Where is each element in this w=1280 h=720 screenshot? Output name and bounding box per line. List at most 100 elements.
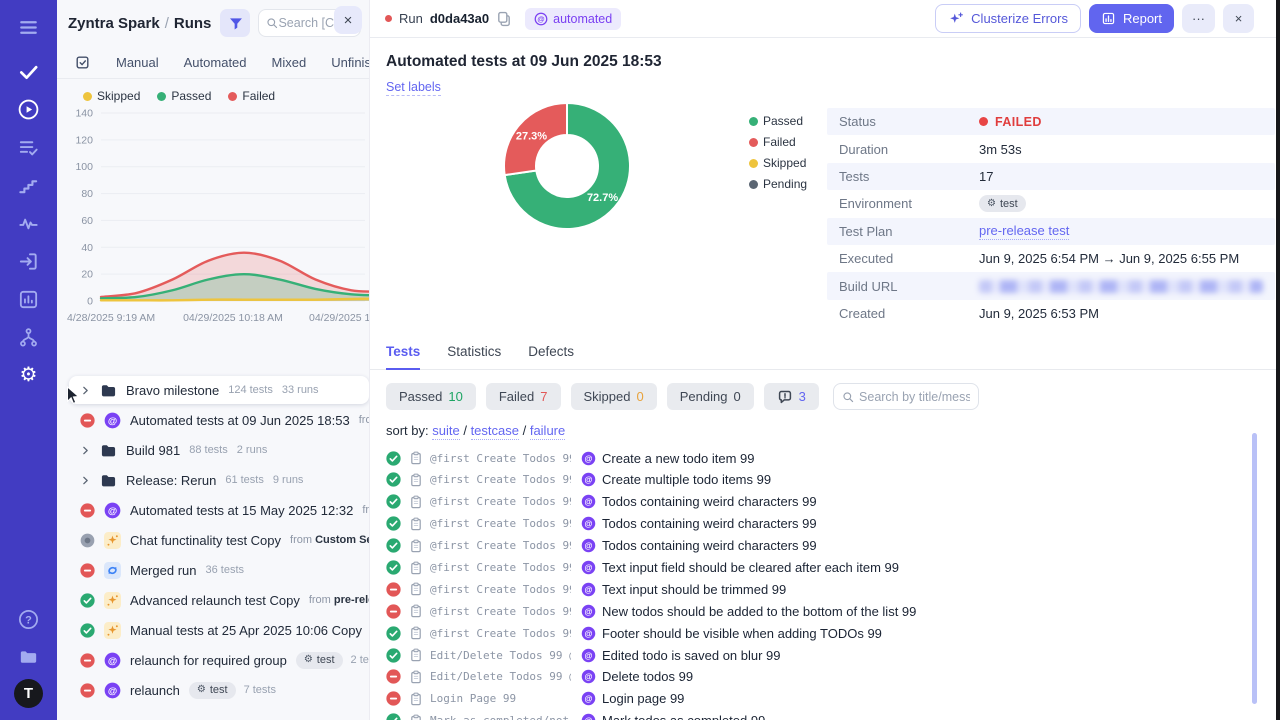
build-url-blurred[interactable] bbox=[979, 280, 1263, 293]
test-row[interactable]: @first Create Todos 99...@Text input fie… bbox=[370, 557, 1280, 579]
profile-logo[interactable]: T bbox=[10, 675, 48, 712]
passed-status-icon bbox=[386, 472, 401, 487]
run-meta: 33 runs bbox=[282, 384, 319, 396]
run-list-item[interactable]: Advanced relaunch test Copyfrom pre-rele… bbox=[57, 585, 369, 615]
info-label: Environment bbox=[839, 196, 979, 211]
legend-dot bbox=[157, 92, 166, 101]
filter-button[interactable] bbox=[220, 9, 250, 37]
sort-by-suite[interactable]: suite bbox=[432, 423, 459, 440]
analytics-bars-icon[interactable] bbox=[10, 280, 48, 318]
test-row[interactable]: @first Create Todos 99...@Footer should … bbox=[370, 622, 1280, 644]
tab-statistics[interactable]: Statistics bbox=[447, 344, 501, 369]
tests-scrollbar[interactable] bbox=[1252, 433, 1257, 704]
automated-badge[interactable]: @ automated bbox=[525, 8, 621, 30]
test-row[interactable]: @first Create Todos 99...@Text input sho… bbox=[370, 578, 1280, 600]
close-run-button[interactable]: × bbox=[1223, 4, 1254, 33]
svg-text:0: 0 bbox=[87, 296, 93, 308]
test-suite: Edit/Delete Todos 99 @... bbox=[430, 649, 571, 662]
icon-rail: ⚙ ? T bbox=[0, 0, 57, 720]
tab-defects[interactable]: Defects bbox=[528, 344, 574, 369]
test-row[interactable]: @first Create Todos 99...@Create multipl… bbox=[370, 469, 1280, 491]
settings-gear-icon[interactable]: ⚙ bbox=[10, 356, 48, 394]
activity-pulse-icon[interactable] bbox=[10, 204, 48, 242]
copy-icon[interactable] bbox=[496, 11, 512, 27]
environment-label: test bbox=[1000, 198, 1018, 210]
passed-status-icon bbox=[80, 623, 95, 638]
automated-run-icon: @ bbox=[104, 412, 121, 429]
info-label: Build URL bbox=[839, 279, 979, 294]
more-button[interactable]: ··· bbox=[1182, 4, 1215, 33]
run-folder-row[interactable]: Bravo milestone124 tests33 runs bbox=[69, 376, 369, 404]
set-labels-link[interactable]: Set labels bbox=[386, 80, 441, 96]
failed-status-icon bbox=[80, 683, 95, 698]
logo-letter: T bbox=[14, 679, 43, 708]
test-plan-link[interactable]: pre-release test bbox=[979, 223, 1069, 240]
run-list-item[interactable]: @Automated tests at 09 Jun 2025 18:53fro… bbox=[57, 405, 369, 435]
test-row[interactable]: @first Create Todos 99...@Create a new t… bbox=[370, 447, 1280, 469]
tests-search-input[interactable] bbox=[859, 390, 970, 404]
steps-icon[interactable] bbox=[10, 166, 48, 204]
list-check-icon[interactable] bbox=[10, 128, 48, 166]
svg-text:@: @ bbox=[108, 685, 117, 696]
filter-skipped-button[interactable]: Skipped0 bbox=[571, 383, 657, 410]
test-row[interactable]: @first Create Todos 99...@New todos shou… bbox=[370, 600, 1280, 622]
donut-slice-label: 27.3% bbox=[516, 130, 547, 142]
run-list-item[interactable]: Manual tests at 25 Apr 2025 10:06 Copyfr… bbox=[57, 615, 369, 645]
test-row[interactable]: Login Page 99@Login page 99 bbox=[370, 688, 1280, 710]
filter-failed-button[interactable]: Failed7 bbox=[486, 383, 561, 410]
chevron-right-icon bbox=[80, 445, 91, 456]
failed-status-icon bbox=[386, 604, 401, 619]
sort-by-failure[interactable]: failure bbox=[530, 423, 565, 440]
import-signin-icon[interactable] bbox=[10, 242, 48, 280]
test-row[interactable]: @first Create Todos 99...@Todos containi… bbox=[370, 535, 1280, 557]
sort-label: sort by: bbox=[386, 423, 432, 438]
runs-tab-automated[interactable]: Automated bbox=[184, 55, 247, 70]
runs-tab-mixed[interactable]: Mixed bbox=[272, 55, 307, 70]
breadcrumb-separator: / bbox=[165, 15, 169, 32]
run-meta: 61 tests bbox=[225, 474, 264, 486]
filter-passed-button[interactable]: Passed10 bbox=[386, 383, 476, 410]
automated-run-icon: @ bbox=[104, 502, 121, 519]
automated-test-icon: @ bbox=[581, 494, 596, 509]
info-label: Executed bbox=[839, 251, 979, 266]
play-circle-icon[interactable] bbox=[10, 90, 48, 128]
test-row[interactable]: Edit/Delete Todos 99 @...@Edited todo is… bbox=[370, 644, 1280, 666]
close-icon: × bbox=[1235, 11, 1243, 26]
run-list-item[interactable]: Chat functinality test Copyfrom Custom S… bbox=[57, 525, 369, 555]
panel-close-button[interactable]: × bbox=[334, 6, 362, 34]
tab-tests[interactable]: Tests bbox=[386, 344, 420, 370]
comments-filter-button[interactable]: 3 bbox=[764, 383, 819, 410]
report-button[interactable]: Report bbox=[1089, 4, 1174, 33]
folder-icon bbox=[100, 442, 117, 459]
runs-tab-manual[interactable]: Manual bbox=[116, 55, 159, 70]
run-list-item[interactable]: @relaunch⚙test7 tests bbox=[57, 675, 369, 705]
sort-by-testcase[interactable]: testcase bbox=[471, 423, 519, 440]
projects-folder-icon[interactable] bbox=[10, 638, 48, 675]
run-name: Chat functinality test Copy bbox=[130, 533, 281, 548]
run-from: from pre-release test bbox=[359, 414, 369, 426]
svg-text:04/29/2025 10:18 AM: 04/29/2025 10:18 AM bbox=[183, 312, 283, 324]
menu-icon[interactable] bbox=[10, 8, 48, 46]
failed-dot bbox=[979, 117, 988, 126]
run-list-item[interactable]: Merged run36 tests bbox=[57, 555, 369, 585]
passed-status-icon bbox=[386, 560, 401, 575]
run-list-item[interactable]: @Automated tests at 15 May 2025 12:32fro… bbox=[57, 495, 369, 525]
run-list-item[interactable]: @relaunch for required group⚙test2 tests bbox=[57, 645, 369, 675]
failed-status-icon bbox=[386, 582, 401, 597]
tests-search[interactable] bbox=[833, 383, 979, 410]
clusterize-errors-button[interactable]: Clusterize Errors bbox=[935, 4, 1081, 33]
runs-tab-unfinished[interactable]: Unfinished bbox=[331, 55, 370, 70]
test-row[interactable]: @first Create Todos 99...@Todos containi… bbox=[370, 513, 1280, 535]
filter-pending-button[interactable]: Pending0 bbox=[667, 383, 754, 410]
test-row[interactable]: @first Create Todos 99...@Todos containi… bbox=[370, 491, 1280, 513]
test-row[interactable]: Mark as completed/not ...@Mark todos as … bbox=[370, 710, 1280, 720]
help-icon[interactable]: ? bbox=[10, 601, 48, 638]
test-row[interactable]: Edit/Delete Todos 99 @...@Delete todos 9… bbox=[370, 666, 1280, 688]
run-folder-row[interactable]: Build 98188 tests2 runs bbox=[57, 435, 369, 465]
select-all-icon[interactable] bbox=[74, 54, 91, 71]
svg-text:80: 80 bbox=[81, 188, 93, 200]
check-icon[interactable] bbox=[10, 52, 48, 90]
runs-panel-header: Zyntra Spark/Runs bbox=[57, 0, 369, 46]
branch-icon[interactable] bbox=[10, 318, 48, 356]
run-folder-row[interactable]: Release: Rerun61 tests9 runs bbox=[57, 465, 369, 495]
